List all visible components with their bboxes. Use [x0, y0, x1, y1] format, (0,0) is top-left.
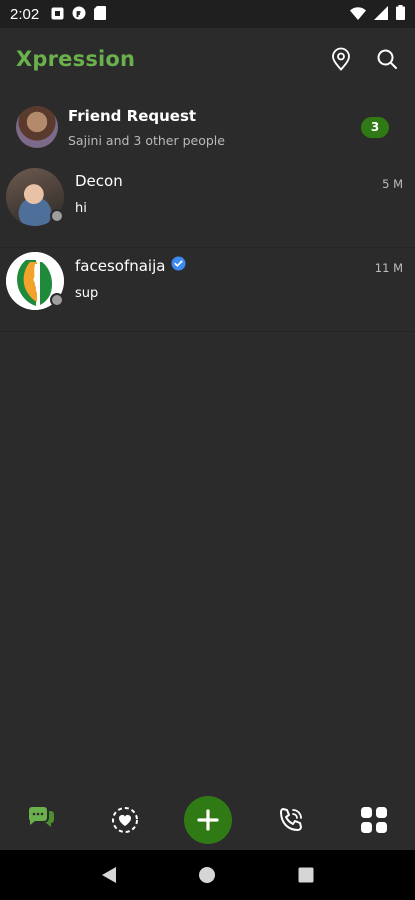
bottom-nav [0, 790, 415, 850]
add-icon [196, 809, 219, 831]
app-header: Xpression [0, 28, 415, 90]
sd-card-icon [94, 5, 107, 24]
app-screen: 2:02 Xpression Friend Request Sajini and… [0, 0, 415, 900]
chat-timestamp: 5 M [382, 177, 403, 191]
chat-item-facesofnaija[interactable]: facesofnaija sup 11 M [0, 248, 415, 332]
location-pin-icon[interactable] [329, 47, 353, 71]
chats-icon[interactable] [18, 796, 66, 844]
friend-request-text: Friend Request Sajini and 3 other people [68, 107, 225, 148]
cellular-signal-icon [374, 5, 388, 24]
status-bar: 2:02 [0, 0, 415, 28]
back-icon[interactable] [94, 860, 124, 890]
status-heart-icon[interactable] [101, 796, 149, 844]
system-nav-bar [0, 850, 415, 900]
friend-request-subtitle: Sajini and 3 other people [68, 132, 225, 148]
chat-body: facesofnaija sup [75, 252, 405, 301]
verified-badge-icon [171, 256, 186, 275]
avatar [6, 168, 64, 226]
chat-name: facesofnaija [75, 256, 166, 275]
presence-dot [50, 293, 64, 307]
chat-name: Decon [75, 172, 123, 190]
app-title: Xpression [16, 47, 136, 71]
friend-request-count-badge: 3 [361, 116, 389, 138]
battery-icon [396, 4, 405, 24]
f-notification-icon [72, 5, 86, 24]
chat-timestamp: 11 M [374, 261, 403, 275]
chat-name-line: facesofnaija [75, 256, 405, 275]
add-button[interactable] [183, 796, 232, 844]
avatar [6, 252, 64, 310]
system-status-icons [350, 4, 405, 24]
chat-body: Decon hi [75, 168, 405, 216]
friend-request-avatar [16, 106, 58, 148]
recents-icon[interactable] [291, 860, 321, 890]
chat-name-line: Decon [75, 172, 405, 190]
header-actions [329, 47, 399, 71]
square-notification-icon [51, 5, 64, 24]
notification-icons [51, 5, 107, 24]
calls-icon[interactable] [267, 796, 315, 844]
chat-item-decon[interactable]: Decon hi 5 M [0, 164, 415, 248]
status-time: 2:02 [10, 5, 40, 23]
chat-last-message: sup [75, 286, 99, 301]
friend-request-title: Friend Request [68, 106, 197, 125]
wifi-icon [350, 5, 366, 24]
search-icon[interactable] [375, 47, 399, 71]
chat-last-message: hi [75, 201, 87, 216]
home-icon[interactable] [192, 860, 222, 890]
apps-grid-icon[interactable] [350, 796, 398, 844]
friend-request-row[interactable]: Friend Request Sajini and 3 other people… [0, 96, 415, 158]
chat-list: Decon hi 5 M facesofnaija sup 11 M [0, 164, 415, 332]
presence-dot [50, 209, 64, 223]
